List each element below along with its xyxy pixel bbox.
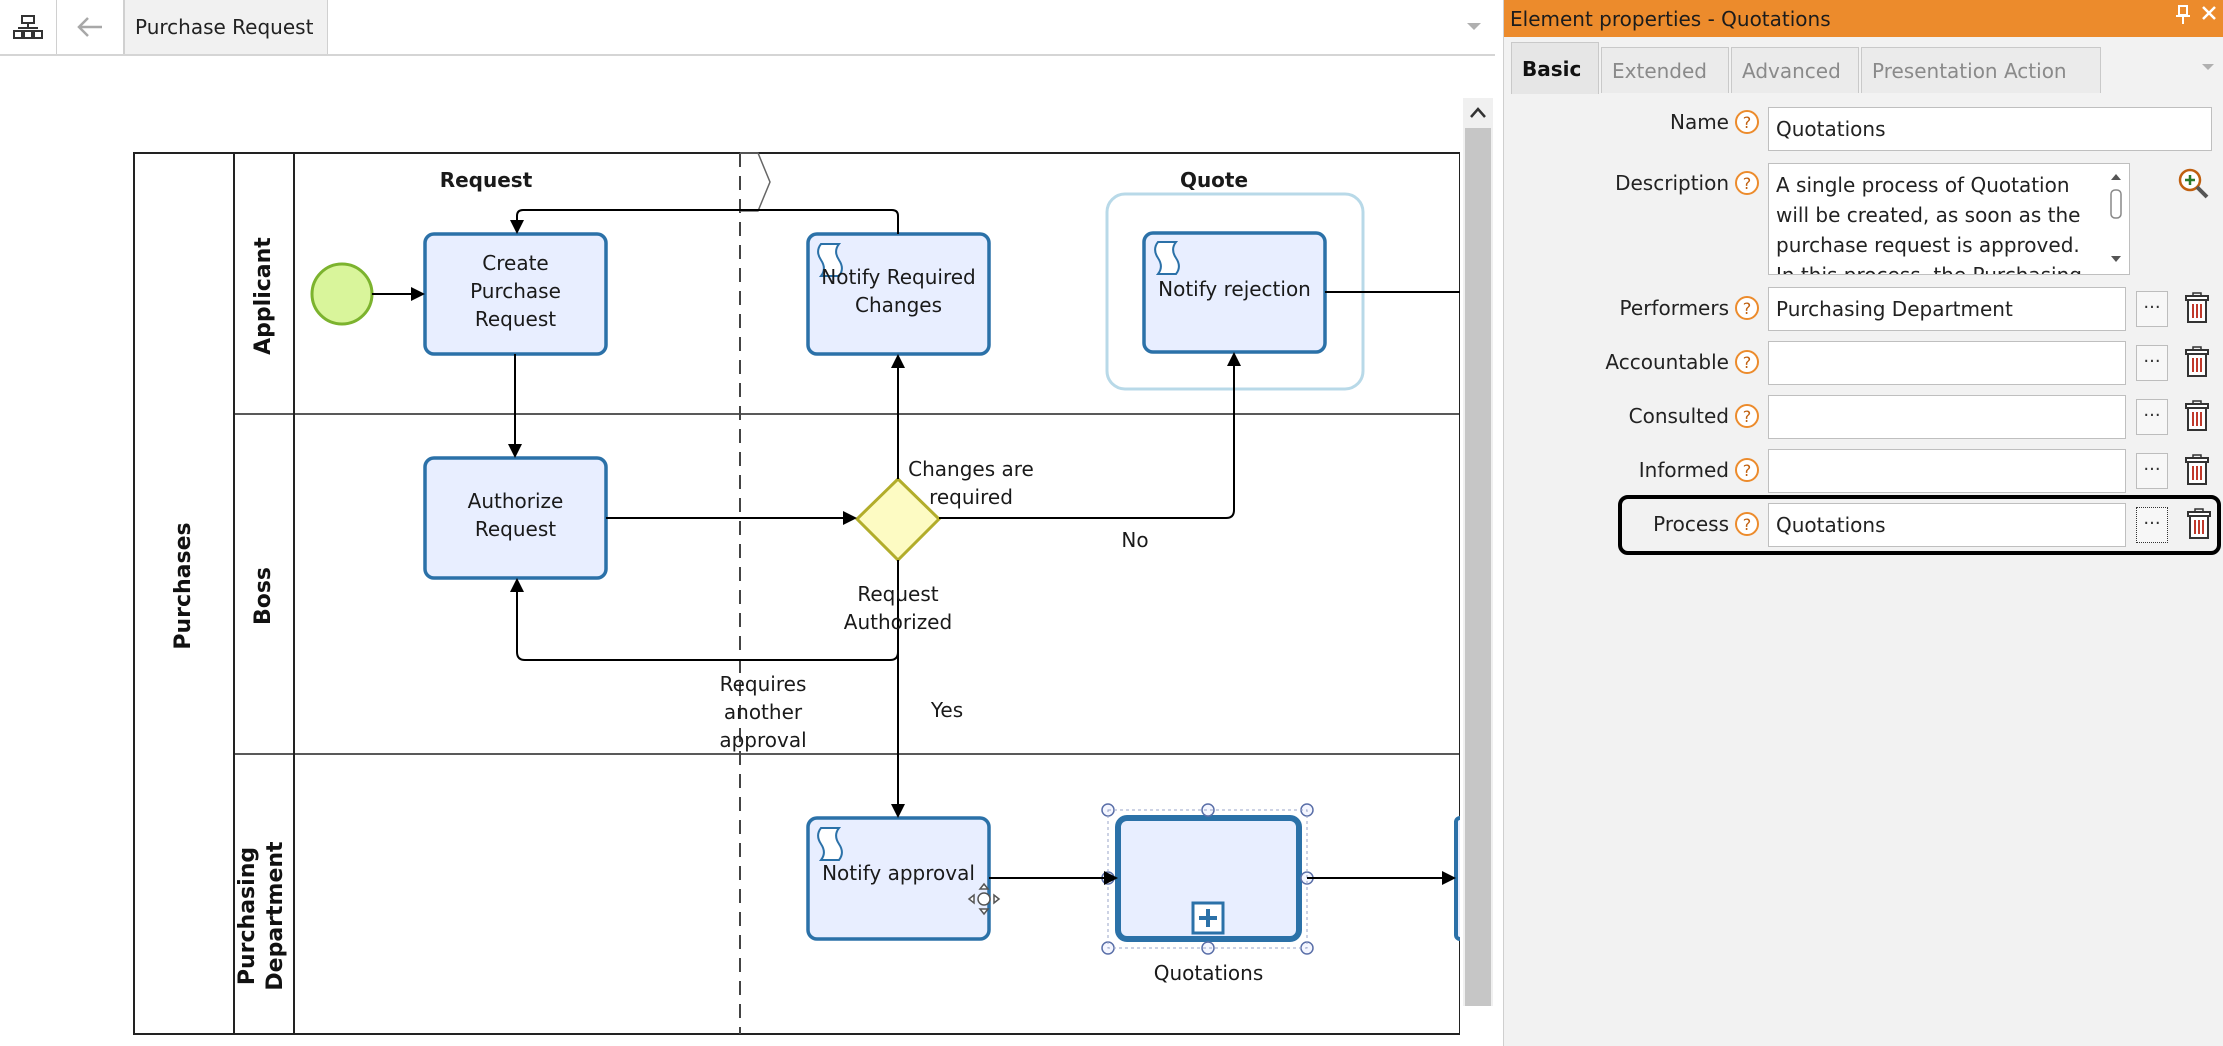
flow-label: No <box>1121 528 1149 552</box>
panel-tabs: Basic Extended Advanced Presentation Act… <box>1504 37 2223 95</box>
informed-label: Informed <box>1638 458 1729 482</box>
informed-browse-button[interactable]: ... <box>2136 453 2168 489</box>
consulted-input[interactable] <box>1768 395 2126 439</box>
performers-browse-button[interactable]: ... <box>2136 291 2168 327</box>
flow-label: Yes <box>930 698 964 722</box>
chevron-down-icon[interactable] <box>2200 59 2216 75</box>
informed-input[interactable] <box>1768 449 2126 493</box>
lane-label-purchasing: Purchasing Department <box>235 841 288 991</box>
diagram-icon[interactable] <box>0 0 57 54</box>
chevron-down-icon[interactable] <box>1464 16 1484 36</box>
scroll-up-icon[interactable] <box>1468 106 1488 120</box>
start-event <box>310 262 374 326</box>
flow-label: Changes are required <box>908 457 1034 509</box>
document-toolbar: Purchase Request <box>0 0 1495 56</box>
canvas-scrollbar-thumb[interactable] <box>1465 128 1491 1006</box>
milestone-label-quote: Quote <box>1179 168 1249 192</box>
description-textarea[interactable]: A single process of Quotation will be cr… <box>1768 163 2130 275</box>
lane-label-boss: Boss <box>251 566 276 626</box>
description-text: A single process of Quotation will be cr… <box>1776 173 2082 275</box>
document-tab-label: Purchase Request <box>135 15 314 39</box>
canvas-scrollbar[interactable] <box>1463 98 1493 1006</box>
accountable-browse-button[interactable]: ... <box>2136 345 2168 381</box>
consulted-label: Consulted <box>1628 404 1729 428</box>
name-input[interactable]: Quotations <box>1768 107 2212 151</box>
flow-label: Requires another approval <box>719 672 807 752</box>
help-icon[interactable]: ? <box>1735 350 1759 374</box>
pool-label: Purchases <box>171 522 196 650</box>
trash-icon[interactable] <box>2183 346 2211 378</box>
panel-title: Element properties - Quotations <box>1510 6 1831 31</box>
accountable-input[interactable] <box>1768 341 2126 385</box>
process-row-highlight <box>1618 495 2221 555</box>
description-label: Description <box>1615 171 1729 195</box>
document-tab[interactable]: Purchase Request <box>124 0 328 54</box>
task-label[interactable]: Notify approval <box>812 859 985 887</box>
bpmn-diagram <box>133 152 1460 1035</box>
trash-icon[interactable] <box>2183 292 2211 324</box>
consulted-browse-button[interactable]: ... <box>2136 399 2168 435</box>
task-label[interactable]: Authorize Request <box>445 487 586 543</box>
tab-presentation-action[interactable]: Presentation Action <box>1861 47 2101 93</box>
lane-label-applicant: Applicant <box>251 237 276 355</box>
trash-icon[interactable] <box>2183 454 2211 486</box>
help-icon[interactable]: ? <box>1735 171 1759 195</box>
diagram-canvas[interactable]: Purchases Applicant Boss Purchasing Depa… <box>0 56 1460 1046</box>
description-scrollbar[interactable] <box>2106 168 2126 268</box>
panel-title-bar: Element properties - Quotations <box>1504 0 2223 37</box>
close-icon[interactable] <box>2200 3 2218 28</box>
help-icon[interactable]: ? <box>1735 404 1759 428</box>
performers-input[interactable]: Purchasing Department <box>1768 287 2126 331</box>
tab-extended[interactable]: Extended <box>1601 47 1729 93</box>
zoom-icon[interactable] <box>2176 166 2210 200</box>
tab-advanced[interactable]: Advanced <box>1731 47 1859 93</box>
name-label: Name <box>1669 110 1729 134</box>
subprocess-label[interactable]: Quotations <box>1128 959 1289 987</box>
accountable-label: Accountable <box>1605 350 1729 374</box>
help-icon[interactable]: ? <box>1735 296 1759 320</box>
tab-basic[interactable]: Basic <box>1511 42 1599 94</box>
pin-icon[interactable] <box>2176 5 2190 30</box>
milestone-label-request: Request <box>439 168 533 192</box>
task-label[interactable]: Notify rejection <box>1148 275 1321 303</box>
help-icon[interactable]: ? <box>1735 458 1759 482</box>
help-icon[interactable]: ? <box>1735 110 1759 134</box>
task-label[interactable]: Create Purchase Request <box>435 249 596 333</box>
trash-icon[interactable] <box>2183 400 2211 432</box>
milestone-chevron <box>740 152 771 212</box>
flow-label: Request Authorized <box>843 582 953 634</box>
back-arrow-icon[interactable] <box>57 0 124 54</box>
performers-label: Performers <box>1619 296 1729 320</box>
task-label[interactable]: Notify Required Changes <box>812 263 985 319</box>
